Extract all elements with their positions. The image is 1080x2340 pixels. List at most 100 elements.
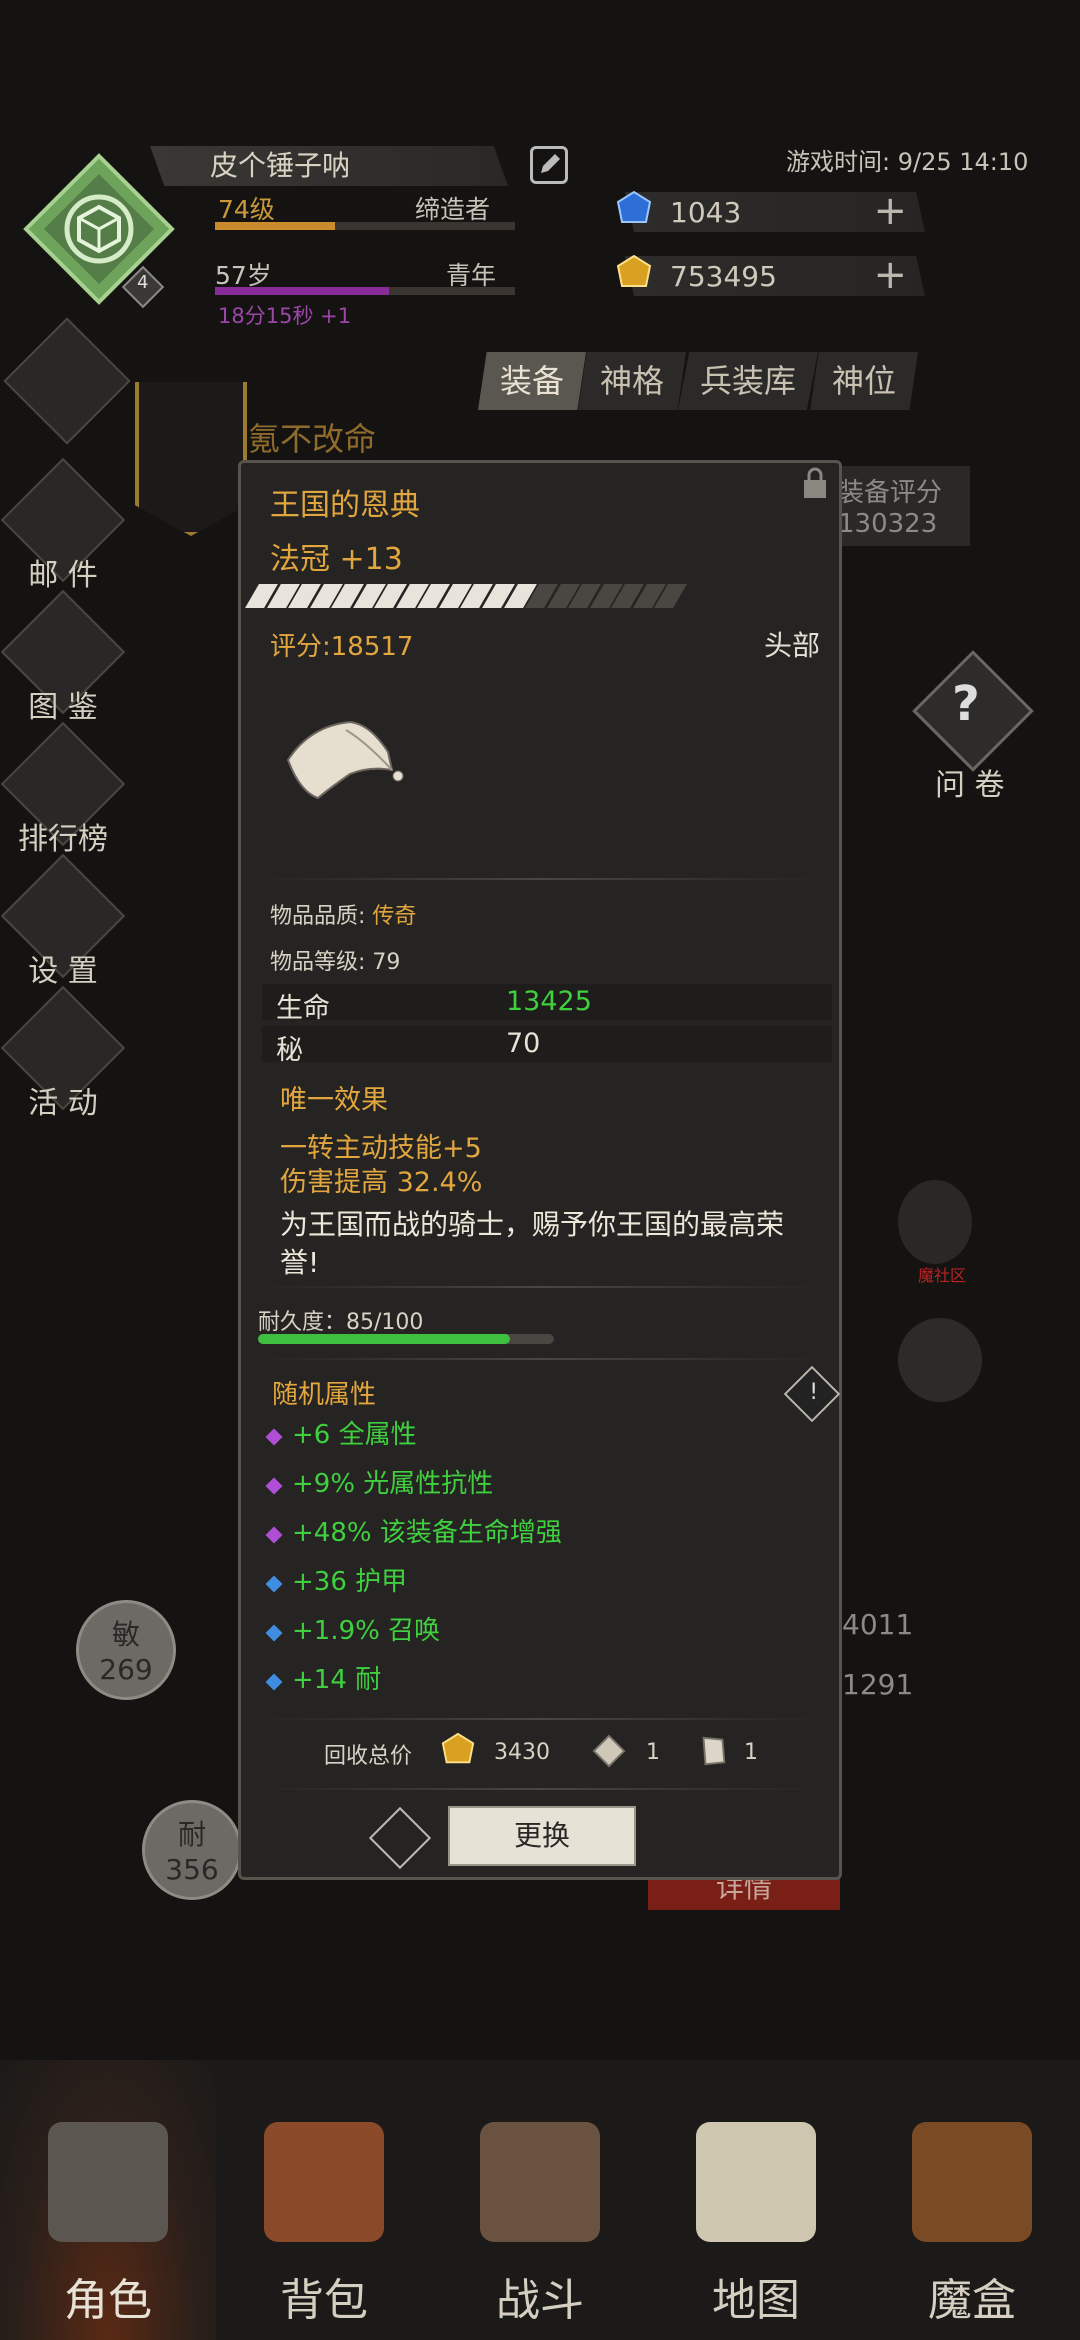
random-attribute: +9% 光属性抗性 <box>265 1463 494 1500</box>
swap-button[interactable]: 更换 <box>448 1806 636 1866</box>
outer-score-panel: 装备评分 130323 <box>820 466 970 546</box>
collapse-menu-icon[interactable] <box>3 317 131 445</box>
bottom-nav: 角色 背包 战斗 地图 魔盒 <box>0 2060 1080 2340</box>
stat-circle-agility-name: 敏 <box>111 1618 140 1651</box>
attribute-dot-icon <box>265 1673 283 1691</box>
tab-god-position[interactable]: 神位 <box>810 352 919 410</box>
game-time: 游戏时间: 9/25 14:10 <box>786 148 1029 176</box>
durability-bar <box>258 1334 554 1344</box>
gold-gem-currency: 753495 + <box>625 256 925 296</box>
random-attribute: +36 护甲 <box>265 1561 407 1598</box>
add-blue-gem-button[interactable]: + <box>873 192 907 232</box>
divider <box>260 1286 820 1288</box>
lock-icon[interactable] <box>800 466 830 500</box>
stat-circle-endurance-name: 耐 <box>177 1818 206 1851</box>
menu-ranking-label: 排行榜 <box>18 822 108 857</box>
recycle-material1-value: 1 <box>646 1740 660 1765</box>
divider <box>260 1358 820 1360</box>
attribute-text: +9% 光属性抗性 <box>292 1469 494 1499</box>
player-motto: 氪不改命 <box>248 420 377 458</box>
recycle-material2-value: 1 <box>744 1740 758 1765</box>
item-level: 物品等级: 79 <box>270 950 401 975</box>
unique-effect: 伤害提高 32.4% <box>280 1167 483 1198</box>
menu-mail[interactable]: 邮 件 <box>0 457 126 594</box>
scroll-map-icon <box>696 2122 816 2242</box>
nav-map[interactable]: 地图 <box>648 2060 864 2340</box>
stat-circle-endurance-value: 356 <box>165 1853 219 1886</box>
stat-circle-agility-value: 269 <box>99 1653 153 1686</box>
tab-godhood[interactable]: 神格 <box>578 352 687 410</box>
attribute-dot-icon <box>265 1477 283 1495</box>
attribute-text: +6 全属性 <box>292 1420 417 1450</box>
item-quality-value: 传奇 <box>372 904 417 929</box>
divider <box>260 878 820 880</box>
wing-emblem-icon[interactable] <box>898 1318 982 1402</box>
menu-settings[interactable]: 设 置 <box>0 853 126 990</box>
gold-gem-icon <box>616 254 652 287</box>
add-gold-gem-button[interactable]: + <box>873 256 907 296</box>
random-attributes-title: 随机属性 <box>272 1380 377 1410</box>
stat-value: 13425 <box>506 986 592 1017</box>
player-name: 皮个锤子呐 <box>150 146 508 186</box>
background-stat-2: 1291 <box>842 1668 914 1701</box>
player-badge-number: 4 <box>137 272 149 293</box>
survey-label: 问 卷 <box>935 768 1005 803</box>
nav-magic-box[interactable]: 魔盒 <box>864 2060 1080 2340</box>
edit-name-icon[interactable] <box>530 146 568 184</box>
enhance-progress <box>245 584 687 608</box>
nav-character[interactable]: 角色 <box>0 2060 216 2340</box>
nav-backpack-label: 背包 <box>280 2275 368 2326</box>
nav-character-label: 角色 <box>64 2275 152 2326</box>
community-label: 魔社区 <box>918 1266 967 1285</box>
blue-gem-icon <box>616 190 652 223</box>
blue-gem-currency: 1043 + <box>625 192 925 232</box>
menu-codex[interactable]: 图 鉴 <box>0 589 126 726</box>
backpack-icon <box>264 2122 384 2242</box>
stat-row: 生命 13425 <box>262 984 832 1024</box>
durability-label: 耐久度：85/100 <box>258 1310 424 1335</box>
gear-material-icon <box>592 1734 626 1768</box>
helmet-icon <box>48 2122 168 2242</box>
guild-banner <box>135 382 247 536</box>
question-icon: ? <box>952 676 980 732</box>
item-flavor-text: 为王国而战的骑士，赐予你王国的最高荣誉! <box>280 1208 785 1279</box>
random-attribute: +1.9% 召唤 <box>265 1610 440 1647</box>
attribute-dot-icon <box>265 1526 283 1544</box>
nav-backpack[interactable]: 背包 <box>216 2060 432 2340</box>
attribute-text: +48% 该装备生命增强 <box>292 1518 562 1548</box>
unique-effect-title: 唯一效果 <box>280 1085 388 1116</box>
menu-settings-label: 设 置 <box>28 954 98 989</box>
rune-stone-icon <box>702 1736 726 1766</box>
blue-gem-amount: 1043 <box>670 196 742 229</box>
tab-armory[interactable]: 兵装库 <box>678 352 819 410</box>
magic-box-icon <box>912 2122 1032 2242</box>
stat-circle-agility: 敏 269 <box>76 1600 176 1700</box>
nav-magic-box-label: 魔盒 <box>928 2275 1016 2326</box>
stat-name: 秘 <box>276 1035 303 1066</box>
item-name: 王国的恩典 <box>270 488 420 523</box>
menu-ranking[interactable]: 排行榜 <box>0 721 126 858</box>
menu-activity[interactable]: 活 动 <box>0 985 126 1122</box>
recycle-label: 回收总价 <box>324 1744 413 1769</box>
divider <box>260 1718 820 1720</box>
stat-value: 70 <box>506 1028 541 1059</box>
random-attribute: +48% 该装备生命增强 <box>265 1512 562 1549</box>
outer-score-value: 130323 <box>838 509 938 539</box>
wizard-hat-icon <box>286 720 404 800</box>
tab-equipment[interactable]: 装备 <box>478 352 587 410</box>
background-stat-1: 4011 <box>842 1608 914 1641</box>
gold-gem-icon <box>441 1732 475 1764</box>
stat-circle-endurance: 耐 356 <box>142 1800 242 1900</box>
nav-map-label: 地图 <box>712 2275 800 2326</box>
random-attribute: +6 全属性 <box>265 1414 417 1451</box>
menu-activity-label: 活 动 <box>28 1086 98 1121</box>
outer-score-label: 装备评分 <box>838 478 943 508</box>
stat-row: 秘 70 <box>262 1026 832 1066</box>
community-icon[interactable] <box>898 1180 972 1264</box>
age-timer: 18分15秒 +1 <box>218 304 352 328</box>
gold-gem-amount: 753495 <box>670 260 777 293</box>
nav-battle[interactable]: 战斗 <box>432 2060 648 2340</box>
age-progress-bar <box>215 287 515 295</box>
menu-codex-label: 图 鉴 <box>28 690 98 725</box>
level-progress-bar <box>215 222 515 230</box>
